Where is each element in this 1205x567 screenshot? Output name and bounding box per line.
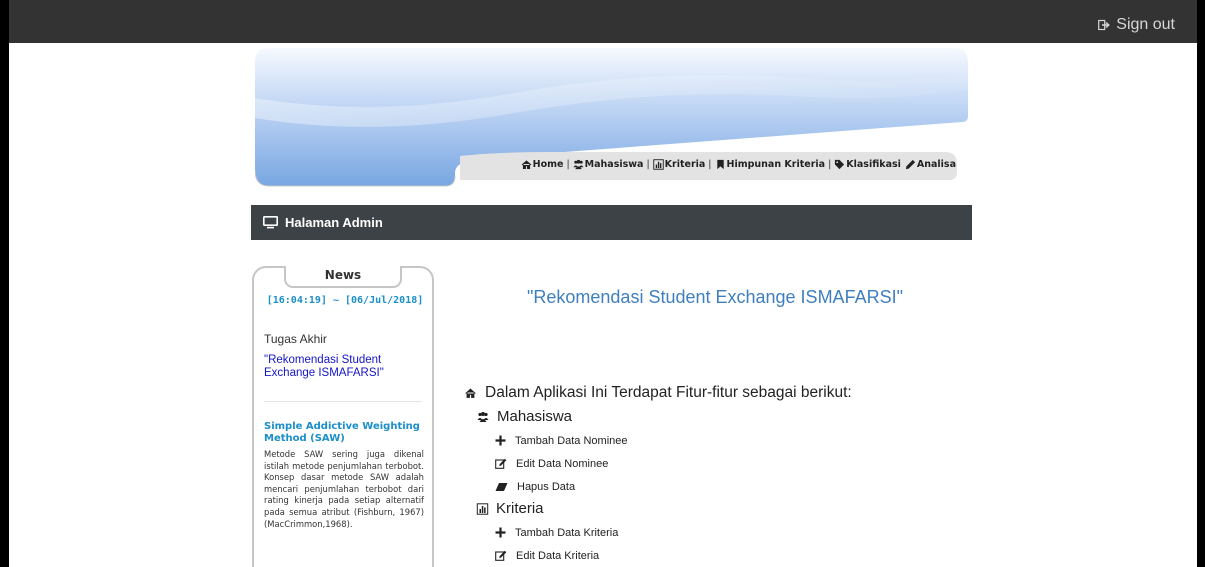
nav-himpunan-kriteria[interactable]: Himpunan Kriteria [715,159,826,170]
feature-list: Dalam Aplikasi Ini Terdapat Fitur-fitur … [464,384,852,567]
section-mahasiswa: Mahasiswa [476,408,852,425]
section-kriteria-label: Kriteria [496,500,544,517]
page-title: "Rekomendasi Student Exchange ISMAFARSI" [527,287,903,307]
nav-home[interactable]: Home [521,159,564,170]
news-rekomendasi-link[interactable]: "Rekomendasi Student Exchange ISMAFARSI" [264,354,432,380]
nav-klasifikasi-label: Klasifikasi [846,159,901,170]
home-icon [521,160,531,169]
nav-mahasiswa[interactable]: Mahasiswa [573,159,644,170]
news-datetime: [16:04:19] ~ [06/Jul/2018] [266,295,424,306]
feature-item-label: Tambah Data Nominee [515,434,628,447]
nav-himpunan-label: Himpunan Kriteria [726,159,826,170]
nav-analisa[interactable]: Analisa [905,159,956,170]
news-tugas-akhir: Tugas Akhir [264,332,327,346]
news-title: News [284,266,402,288]
feature-item-label: Edit Data Kriteria [516,549,600,562]
section-mahasiswa-label: Mahasiswa [497,408,573,425]
feature-item: Tambah Data Kriteria [495,521,852,544]
window-frame-right [1197,0,1205,567]
admin-panel-bar: Halaman Admin [251,205,972,240]
monitor-icon [263,216,278,229]
bookmark-icon [716,159,724,170]
section-kriteria: Kriteria [476,500,852,517]
feature-item: Tambah Data Nominee [495,429,852,452]
news-panel: News [16:04:19] ~ [06/Jul/2018] Tugas Ak… [252,266,434,567]
feature-item: Hapus Data [495,475,852,498]
nav-separator: | [828,159,832,170]
news-saw-body: Metode SAW sering juga dikenal istilah m… [264,449,424,529]
users-icon [477,411,489,422]
home-icon [465,388,476,398]
nav-kriteria-label: Kriteria [664,159,706,170]
news-divider [264,401,422,402]
plus-icon [495,435,506,446]
feature-item-label: Edit Data Nominee [516,457,609,470]
feature-item-label: Hapus Data [517,480,576,493]
features-heading-label: Dalam Aplikasi Ini Terdapat Fitur-fitur … [485,384,852,401]
sign-out-button[interactable]: Sign out [1098,16,1175,34]
bar-chart-icon [652,159,664,170]
users-icon [573,159,584,170]
pencil-icon [905,159,915,170]
nav-separator: | [708,159,712,170]
top-navbar: Sign out [9,0,1197,43]
nav-separator: | [566,159,570,170]
feature-item-label: Tambah Data Kriteria [515,526,619,539]
edit-icon [495,550,507,561]
nav-mahasiswa-label: Mahasiswa [584,159,644,170]
header-banner: Home | Mahasiswa | Kriteria | Himpunan K… [255,48,968,188]
nav-analisa-label: Analisa [916,159,956,170]
eraser-icon [495,482,508,491]
nav-kriteria[interactable]: Kriteria [652,159,706,170]
sign-out-icon [1098,19,1111,31]
features-heading: Dalam Aplikasi Ini Terdapat Fitur-fitur … [464,384,852,402]
news-saw-title: Simple Addictive Weighting Method (SAW) [264,421,420,444]
main-nav: Home | Mahasiswa | Kriteria | Himpunan K… [521,159,956,170]
feature-item: Edit Data Kriteria [495,544,852,567]
nav-klasifikasi[interactable]: Klasifikasi [834,159,901,170]
feature-item: Edit Data Nominee [495,452,852,475]
nav-home-label: Home [532,159,564,170]
tags-icon [835,159,845,170]
admin-bar-title: Halaman Admin [285,215,383,230]
bar-chart-icon [476,502,489,515]
plus-icon [495,527,506,538]
window-frame-left [0,0,9,567]
nav-separator: | [646,159,650,170]
edit-icon [495,458,507,469]
sign-out-label: Sign out [1116,16,1175,33]
